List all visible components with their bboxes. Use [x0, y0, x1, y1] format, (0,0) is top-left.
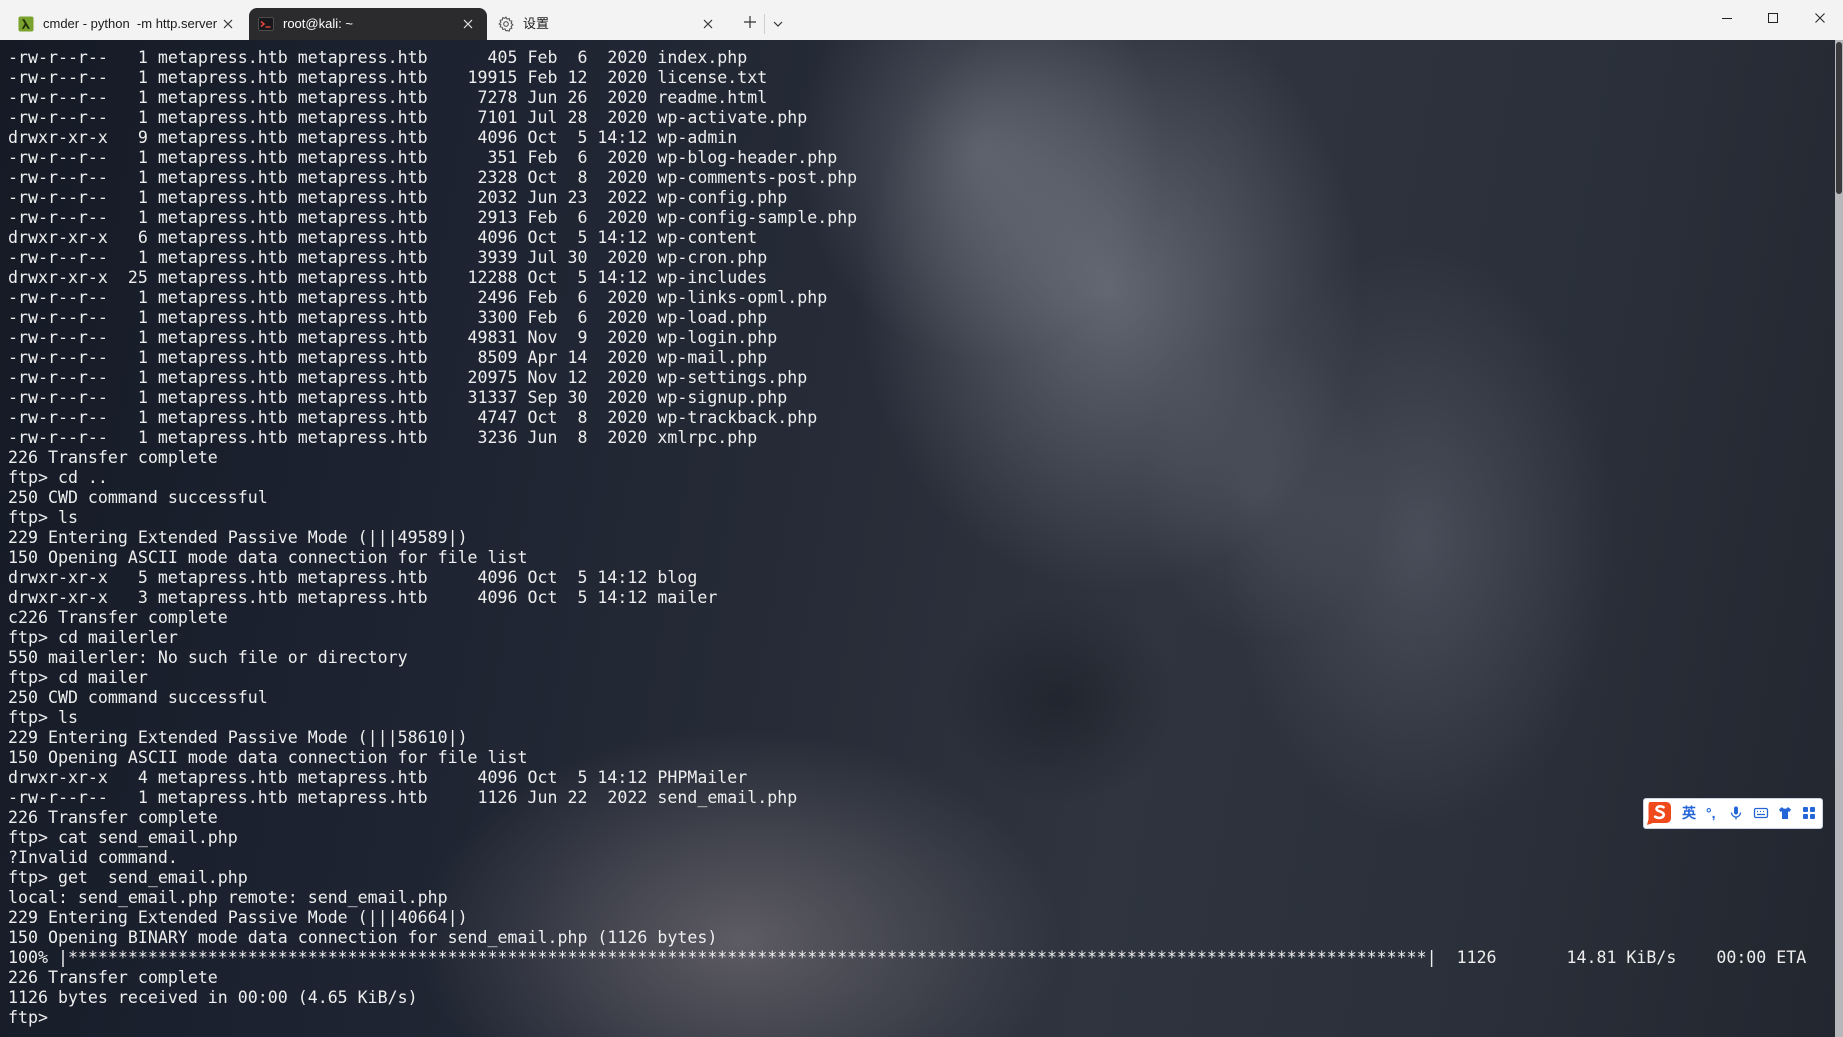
- minimize-icon: [1721, 11, 1733, 29]
- minimize-button[interactable]: [1704, 0, 1750, 40]
- microphone-icon[interactable]: [1728, 805, 1744, 821]
- terminal-line: ftp> cd ..: [8, 468, 108, 487]
- punctuation-toggle[interactable]: °,: [1706, 799, 1716, 828]
- tab-settings[interactable]: 设置: [489, 8, 727, 40]
- terminal-line: -rw-r--r-- 1 metapress.htb metapress.htb…: [8, 88, 768, 107]
- terminal-line: -rw-r--r-- 1 metapress.htb metapress.htb…: [8, 208, 858, 227]
- terminal-line: 150 Opening ASCII mode data connection f…: [8, 548, 528, 567]
- terminal-line: -rw-r--r-- 1 metapress.htb metapress.htb…: [8, 68, 768, 87]
- ime-toolbar[interactable]: 英 °,: [1643, 798, 1823, 829]
- terminal-line: 229 Entering Extended Passive Mode (|||5…: [8, 728, 468, 747]
- tab-dropdown-button[interactable]: [768, 12, 788, 36]
- toolbar-divider: [764, 14, 765, 34]
- new-tab-button[interactable]: [738, 12, 762, 36]
- terminal-line: drwxr-xr-x 3 metapress.htb metapress.htb…: [8, 588, 718, 607]
- cmder-lambda-icon: [18, 16, 34, 32]
- tab-title: root@kali: ~: [283, 16, 353, 31]
- sogou-logo-icon[interactable]: [1645, 800, 1673, 826]
- terminal-line: local: send_email.php remote: send_email…: [8, 888, 448, 907]
- terminal-line: ftp>: [8, 1008, 58, 1027]
- terminal-line: -rw-r--r-- 1 metapress.htb metapress.htb…: [8, 168, 858, 187]
- chevron-down-icon: [772, 15, 784, 33]
- terminal-line: 226 Transfer complete: [8, 448, 218, 467]
- terminal-line: c226 Transfer complete: [8, 608, 228, 627]
- maximize-button[interactable]: [1750, 0, 1796, 40]
- close-icon[interactable]: [221, 17, 235, 31]
- terminal-line: 229 Entering Extended Passive Mode (|||4…: [8, 908, 468, 927]
- terminal-line: 250 CWD command successful: [8, 488, 268, 507]
- terminal-line: -rw-r--r-- 1 metapress.htb metapress.htb…: [8, 328, 778, 347]
- terminal-line: -rw-r--r-- 1 metapress.htb metapress.htb…: [8, 188, 788, 207]
- terminal-line: ftp> get send_email.php: [8, 868, 248, 887]
- terminal-line: ftp> cat send_email.php: [8, 828, 238, 847]
- terminal-line: drwxr-xr-x 25 metapress.htb metapress.ht…: [8, 268, 768, 287]
- close-icon[interactable]: [701, 17, 715, 31]
- scrollbar-thumb[interactable]: [1836, 42, 1842, 194]
- maximize-icon: [1767, 11, 1779, 29]
- terminal-line: -rw-r--r-- 1 metapress.htb metapress.htb…: [8, 388, 788, 407]
- gear-icon: [498, 16, 514, 32]
- toolbox-grid-icon[interactable]: [1801, 805, 1817, 821]
- terminal-line: -rw-r--r-- 1 metapress.htb metapress.htb…: [8, 788, 798, 807]
- terminal-line: -rw-r--r-- 1 metapress.htb metapress.htb…: [8, 308, 768, 327]
- tab-title: cmder - python -m http.server: [43, 16, 218, 31]
- terminal-line: -rw-r--r-- 1 metapress.htb metapress.htb…: [8, 108, 808, 127]
- tab-kali[interactable]: root@kali: ~: [249, 8, 487, 40]
- tab-bar: cmder - python -m http.server root@kali:…: [0, 0, 1843, 40]
- terminal-line: ?Invalid command.: [8, 848, 178, 867]
- terminal-line: drwxr-xr-x 4 metapress.htb metapress.htb…: [8, 768, 748, 787]
- terminal-line: 1126 bytes received in 00:00 (4.65 KiB/s…: [8, 988, 418, 1007]
- close-icon[interactable]: [461, 17, 475, 31]
- terminal-line: 226 Transfer complete: [8, 968, 218, 987]
- input-mode-toggle[interactable]: 英: [1682, 799, 1696, 828]
- terminal-line: drwxr-xr-x 5 metapress.htb metapress.htb…: [8, 568, 698, 587]
- terminal-window: cmder - python -m http.server root@kali:…: [0, 0, 1843, 1037]
- terminal-line: -rw-r--r-- 1 metapress.htb metapress.htb…: [8, 408, 818, 427]
- terminal-line: 150 Opening ASCII mode data connection f…: [8, 748, 528, 767]
- terminal-line: -rw-r--r-- 1 metapress.htb metapress.htb…: [8, 48, 748, 67]
- plus-icon: [742, 14, 758, 35]
- terminal-line: 550 mailerler: No such file or directory: [8, 648, 408, 667]
- tab-title: 设置: [523, 16, 550, 31]
- terminal-line: -rw-r--r-- 1 metapress.htb metapress.htb…: [8, 348, 768, 367]
- tab-cmder[interactable]: cmder - python -m http.server: [9, 8, 247, 40]
- terminal-output: -rw-r--r-- 1 metapress.htb metapress.htb…: [8, 48, 1806, 1028]
- kali-linux-icon: [258, 16, 274, 32]
- terminal-line: ftp> ls: [8, 708, 78, 727]
- terminal-line: drwxr-xr-x 9 metapress.htb metapress.htb…: [8, 128, 738, 147]
- terminal-line: 150 Opening BINARY mode data connection …: [8, 928, 718, 947]
- close-window-button[interactable]: [1797, 0, 1843, 40]
- close-icon: [1814, 11, 1826, 29]
- terminal-line: 250 CWD command successful: [8, 688, 268, 707]
- terminal-line: -rw-r--r-- 1 metapress.htb metapress.htb…: [8, 248, 768, 267]
- terminal-line: ftp> ls: [8, 508, 78, 527]
- skin-shirt-icon[interactable]: [1777, 805, 1793, 821]
- terminal-line: 229 Entering Extended Passive Mode (|||4…: [8, 528, 468, 547]
- terminal-line: -rw-r--r-- 1 metapress.htb metapress.htb…: [8, 368, 808, 387]
- terminal-line: 226 Transfer complete: [8, 808, 218, 827]
- terminal-line: -rw-r--r-- 1 metapress.htb metapress.htb…: [8, 288, 828, 307]
- terminal-line: ftp> cd mailer: [8, 668, 148, 687]
- keyboard-icon[interactable]: [1753, 805, 1769, 821]
- terminal-pane[interactable]: -rw-r--r-- 1 metapress.htb metapress.htb…: [0, 40, 1843, 1037]
- terminal-line: ftp> cd mailerler: [8, 628, 178, 647]
- terminal-line: drwxr-xr-x 6 metapress.htb metapress.htb…: [8, 228, 758, 247]
- terminal-line: 100% |**********************************…: [8, 948, 1807, 967]
- terminal-line: -rw-r--r-- 1 metapress.htb metapress.htb…: [8, 148, 838, 167]
- scrollbar[interactable]: [1835, 40, 1843, 1037]
- terminal-line: -rw-r--r-- 1 metapress.htb metapress.htb…: [8, 428, 758, 447]
